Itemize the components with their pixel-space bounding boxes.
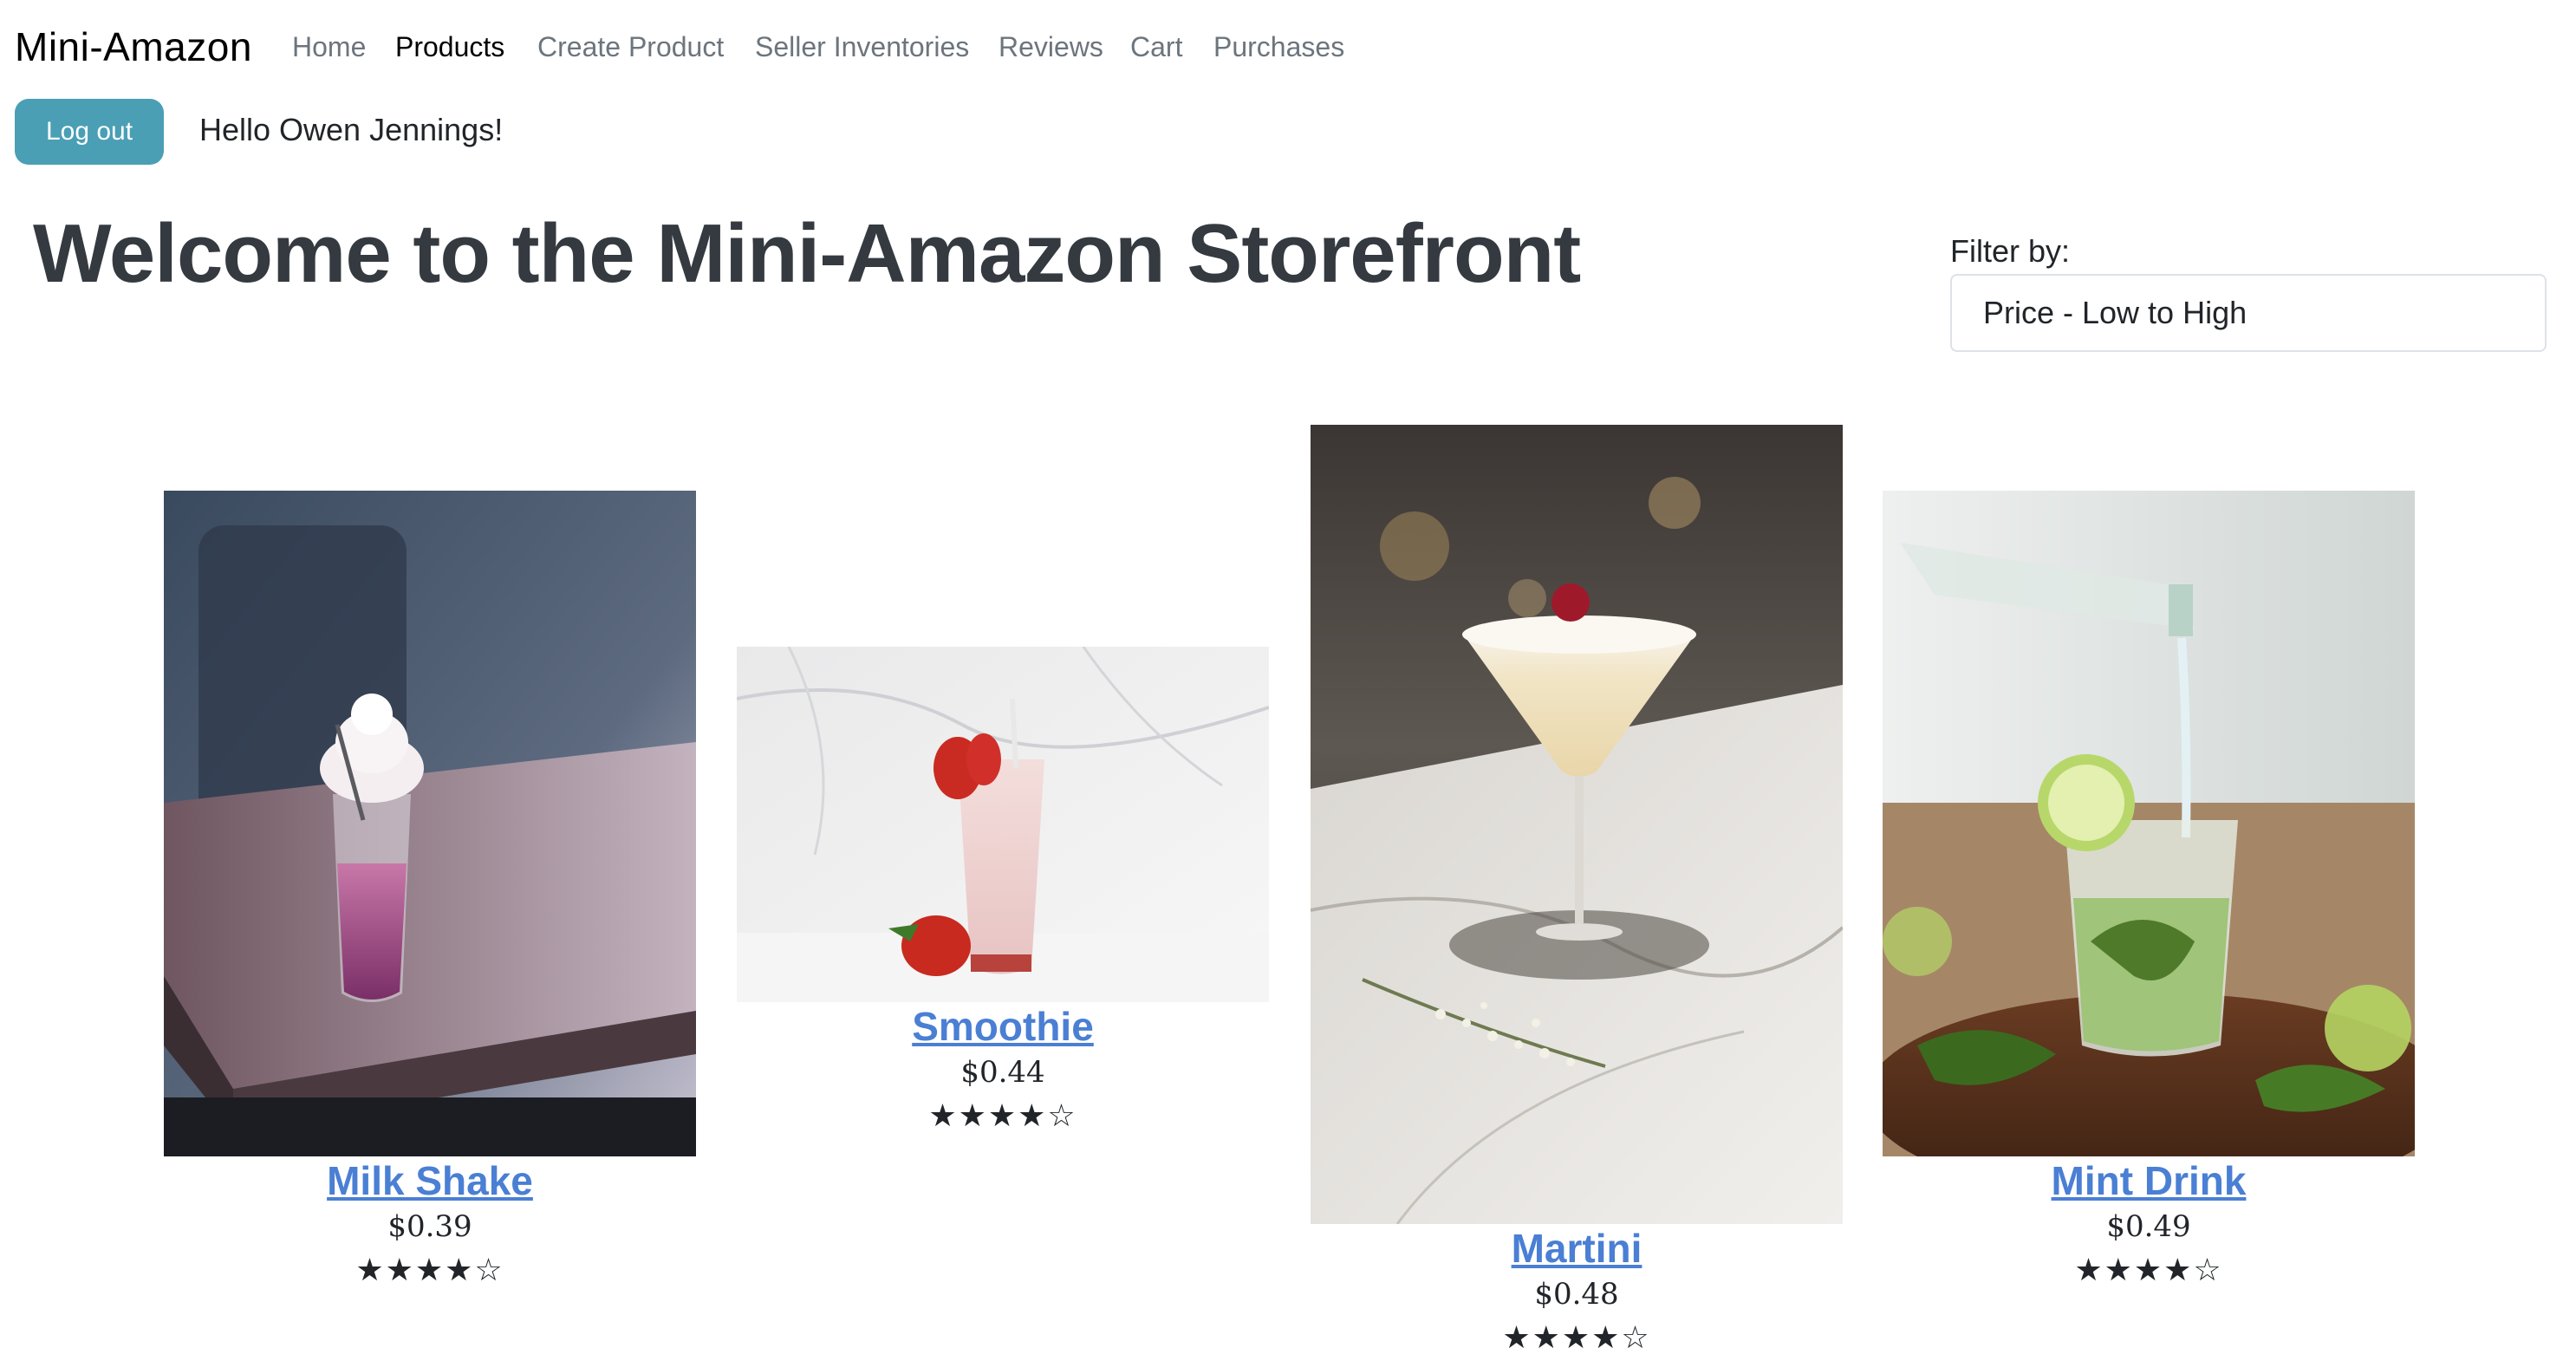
filter-label: Filter by: [1950,233,2071,269]
top-navbar: Mini-Amazon Home Products Create Product… [0,0,2576,95]
page-title: Welcome to the Mini-Amazon Storefront [33,207,1581,300]
star-rating-icon: ★★★★☆ [928,1097,1077,1133]
star-rating-icon: ★★★★☆ [2074,1252,2223,1287]
nav-products[interactable]: Products [395,29,504,64]
product-card: Mint Drink $0.49 ★★★★☆ [1883,491,2415,1292]
product-card: Milk Shake $0.39 ★★★★☆ [164,491,696,1292]
nav-purchases[interactable]: Purchases [1213,29,1344,64]
martini-photo[interactable] [1311,425,1843,1224]
product-price: $0.49 [2106,1209,2191,1244]
product-card: Smoothie $0.44 ★★★★☆ [737,647,1269,1137]
product-name-link[interactable]: Mint Drink [1883,1156,2415,1205]
logout-button[interactable]: Log out [15,99,164,165]
product-name-link[interactable]: Martini [1311,1224,1843,1273]
nav-seller-inventories[interactable]: Seller Inventories [755,29,969,64]
nav-home[interactable]: Home [292,29,366,64]
star-rating-icon: ★★★★☆ [355,1252,504,1287]
product-price: $0.39 [387,1209,472,1244]
product-name-link[interactable]: Milk Shake [164,1156,696,1205]
product-card: Martini $0.48 ★★★★☆ [1311,425,1843,1359]
user-greeting: Hello Owen Jennings! [199,112,504,147]
product-name-link[interactable]: Smoothie [737,1002,1269,1051]
product-price: $0.44 [960,1055,1045,1090]
nav-create-product[interactable]: Create Product [537,29,724,64]
product-price: $0.48 [1534,1277,1619,1312]
brand-logo[interactable]: Mini-Amazon [15,19,252,75]
nav-reviews[interactable]: Reviews [999,29,1103,64]
star-rating-icon: ★★★★☆ [1502,1319,1651,1355]
smoothie-photo[interactable] [737,647,1269,1002]
milkshake-photo[interactable] [164,491,696,1156]
mint-drink-photo[interactable] [1883,491,2415,1156]
filter-select[interactable]: Price - Low to High [1950,274,2547,352]
nav-cart[interactable]: Cart [1130,29,1182,64]
